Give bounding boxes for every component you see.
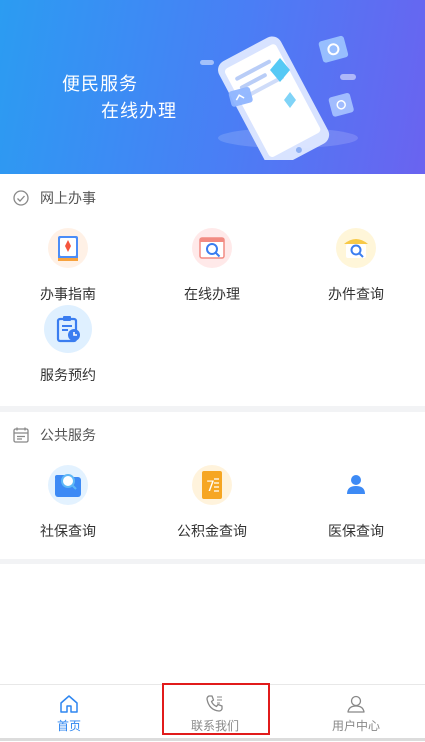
tab-home[interactable]: 首页	[14, 685, 124, 742]
tile-label: 办事指南	[40, 287, 96, 303]
service-booking-tile[interactable]: 服务预约	[13, 305, 123, 385]
tile-label: 公积金查询	[177, 524, 247, 540]
person-icon	[332, 461, 380, 509]
section-title-text: 网上办事	[40, 191, 96, 207]
phone-illustration-icon	[200, 35, 358, 160]
tab-user-center[interactable]: 用户中心	[301, 685, 411, 742]
user-icon	[347, 695, 365, 713]
online-handling-tile[interactable]: 在线办理	[157, 224, 267, 304]
svg-text:7: 7	[206, 479, 215, 495]
leaf-check-icon	[12, 189, 30, 207]
service-guide-tile[interactable]: 办事指南	[13, 224, 123, 304]
fund-calendar-icon: 7	[188, 461, 236, 509]
magnifier-icon	[332, 224, 380, 272]
highlight-box	[162, 683, 270, 735]
medical-insurance-query-tile[interactable]: 医保查询	[301, 461, 411, 541]
tab-label: 用户中心	[331, 719, 380, 733]
section-title-text: 公共服务	[40, 428, 96, 444]
tile-label: 社保查询	[40, 524, 96, 540]
housing-fund-query-tile[interactable]: 7 公积金查询	[157, 461, 267, 541]
section-divider	[0, 559, 425, 564]
compass-book-icon	[44, 224, 92, 272]
tab-label: 首页	[56, 719, 81, 733]
section-title-online-affairs: 网上办事	[12, 187, 96, 209]
clipboard-clock-icon	[44, 305, 92, 353]
home-icon	[60, 695, 78, 713]
section-title-public-services: 公共服务	[12, 424, 96, 446]
calendar-list-icon	[12, 426, 30, 444]
tile-label: 办件查询	[328, 287, 384, 303]
banner-title-line2: 在线办理	[101, 101, 177, 122]
browser-search-icon	[188, 224, 236, 272]
tile-label: 服务预约	[40, 368, 96, 384]
social-security-query-tile[interactable]: 社保查询	[13, 461, 123, 541]
banner-title-line1: 便民服务	[62, 74, 138, 95]
tile-label: 在线办理	[184, 287, 240, 303]
section-divider	[0, 406, 425, 412]
case-query-tile[interactable]: 办件查询	[301, 224, 411, 304]
folder-search-icon	[44, 461, 92, 509]
tile-label: 医保查询	[328, 524, 384, 540]
hero-banner[interactable]: 便民服务 在线办理	[0, 0, 425, 174]
